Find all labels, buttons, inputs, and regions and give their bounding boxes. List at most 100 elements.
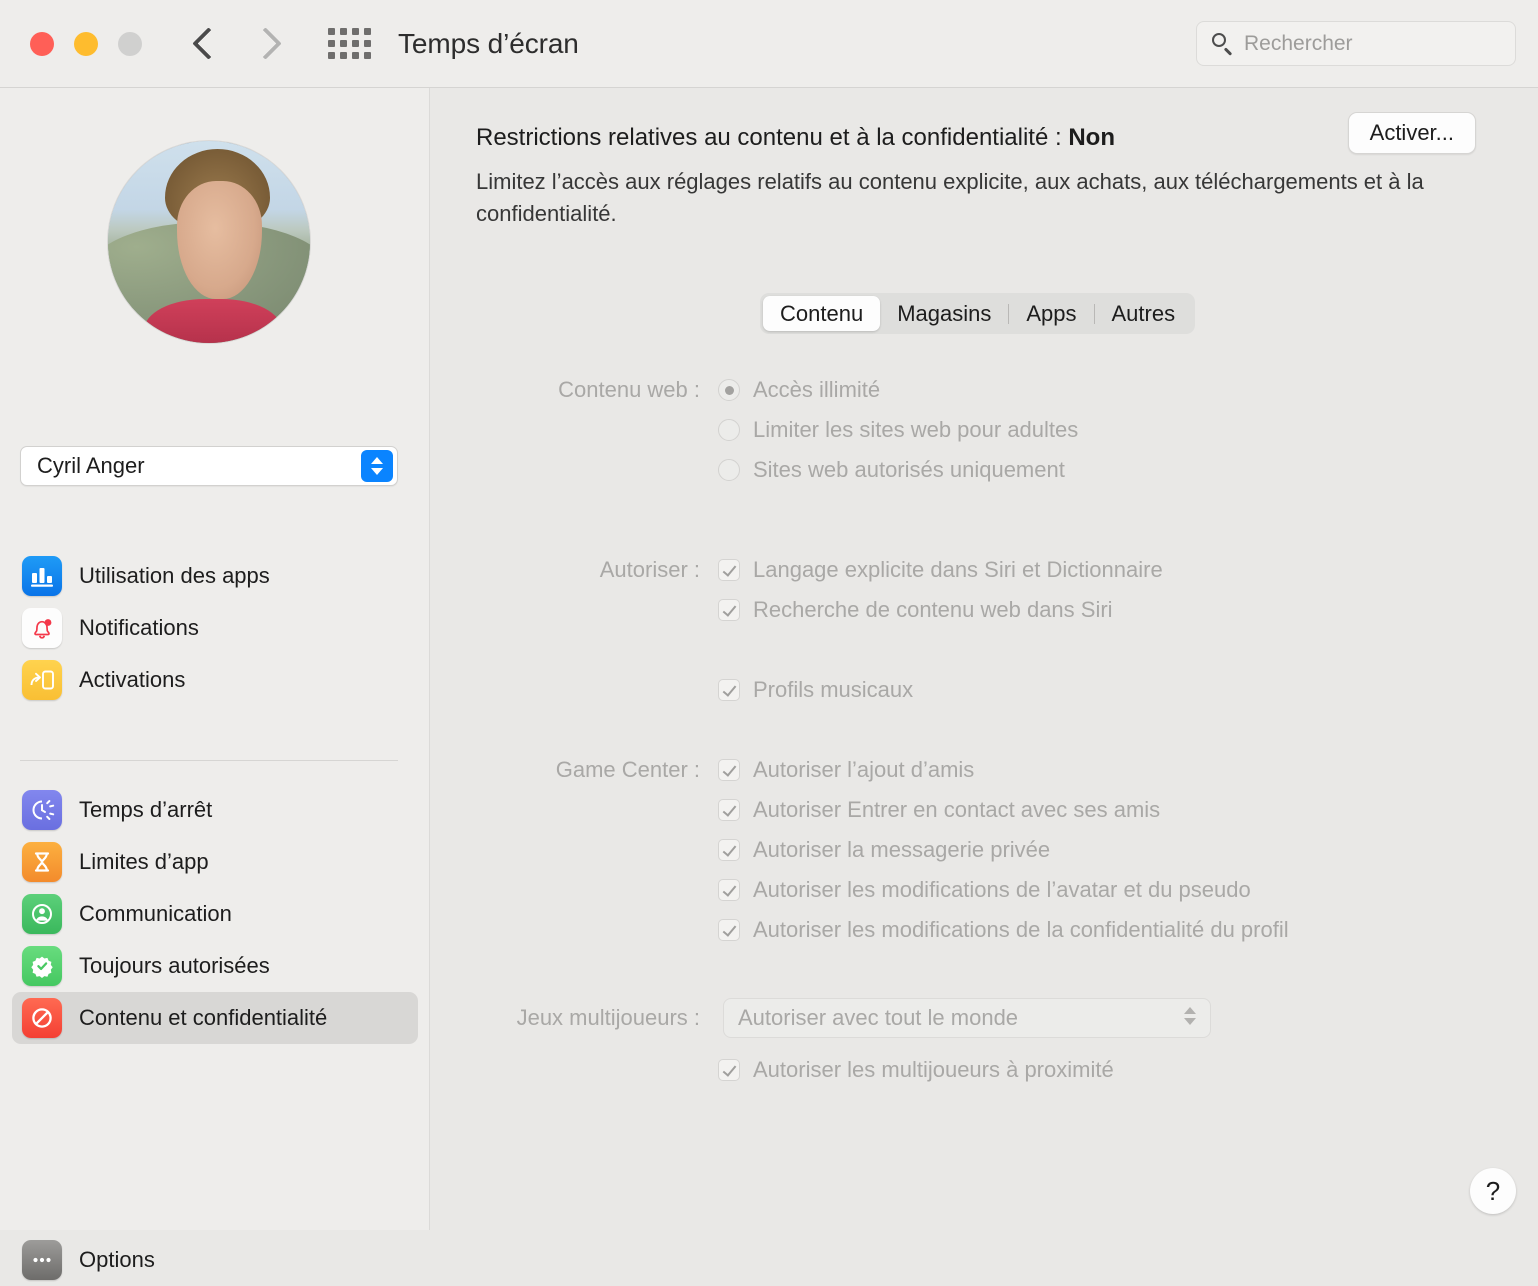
app-limits-hourglass-icon (22, 842, 62, 882)
user-avatar-photo[interactable] (107, 140, 311, 344)
game-center-row-2: Autoriser Entrer en contact avec ses ami… (430, 790, 1538, 830)
user-name-label: Cyril Anger (37, 453, 145, 479)
restrictions-status: Restrictions relatives au contenu et à l… (476, 124, 1115, 152)
checkbox-add-friends[interactable] (718, 759, 740, 781)
chevron-right-icon[interactable] (252, 22, 278, 66)
allow-option-explicit-language[interactable]: Langage explicite dans Siri et Dictionna… (718, 550, 1538, 590)
web-content-row: Contenu web : Accès illimité (430, 370, 1538, 410)
checkbox-profile-privacy[interactable] (718, 919, 740, 941)
sidebar-item-options[interactable]: Options (12, 1234, 418, 1286)
chevron-left-icon[interactable] (192, 22, 218, 66)
content-privacy-block-icon (22, 998, 62, 1038)
zoom-button[interactable] (118, 32, 142, 56)
pickups-icon (22, 660, 62, 700)
game-center-row-5: Autoriser les modifications de la confid… (430, 910, 1538, 950)
user-select-popup[interactable]: Cyril Anger (20, 446, 398, 486)
allow-row-3: Profils musicaux (430, 670, 1538, 710)
option-label: Profils musicaux (753, 670, 913, 710)
allow-label: Autoriser : (430, 550, 718, 590)
option-label: Limiter les sites web pour adultes (753, 410, 1078, 450)
radio-unlimited-access[interactable] (718, 379, 740, 401)
avatar-face (177, 181, 262, 298)
radio-allowed-sites-only[interactable] (718, 459, 740, 481)
grid-all-preferences-icon[interactable] (328, 27, 372, 61)
allow-option-music-profiles[interactable]: Profils musicaux (718, 670, 1538, 710)
tab-autres[interactable]: Autres (1095, 296, 1193, 331)
restrictions-status-prefix: Restrictions relatives au contenu et à l… (476, 124, 1068, 151)
allow-option-web-search-siri[interactable]: Recherche de contenu web dans Siri (718, 590, 1538, 630)
web-content-option-1[interactable]: Accès illimité (718, 370, 1538, 410)
multiplayer-nearby-option[interactable]: Autoriser les multijoueurs à proximité (718, 1050, 1538, 1090)
game-center-option-private-messaging[interactable]: Autoriser la messagerie privée (718, 830, 1538, 870)
sidebar-item-app-limits[interactable]: Limites d’app (12, 836, 418, 888)
option-label: Langage explicite dans Siri et Dictionna… (753, 550, 1163, 590)
close-button[interactable] (30, 32, 54, 56)
sidebar-item-label: Contenu et confidentialité (79, 1005, 327, 1031)
search-placeholder: Rechercher (1244, 32, 1353, 56)
game-center-option-avatar-nickname[interactable]: Autoriser les modifications de l’avatar … (718, 870, 1538, 910)
enable-restrictions-button[interactable]: Activer... (1348, 112, 1476, 154)
option-label: Accès illimité (753, 370, 880, 410)
window-body: Cyril Anger Utilisatio (0, 88, 1538, 1230)
radio-limit-adult-sites[interactable] (718, 419, 740, 441)
checkbox-music-profiles[interactable] (718, 679, 740, 701)
sidebar-item-always-allowed[interactable]: Toujours autorisées (12, 940, 418, 992)
restrictions-description: Limitez l’accès aux réglages relatifs au… (476, 166, 1486, 230)
help-button[interactable]: ? (1470, 1168, 1516, 1214)
sidebar-item-label: Notifications (79, 615, 199, 641)
option-label: Recherche de contenu web dans Siri (753, 590, 1113, 630)
sidebar-item-pickups[interactable]: Activations (12, 654, 418, 706)
page-title: Temps d’écran (398, 28, 579, 60)
content-tabs: Contenu Magasins Apps Autres (760, 293, 1195, 334)
stepper-up-down-icon[interactable] (361, 450, 393, 482)
sidebar-group-limits: Temps d’arrêt Limites d’app (0, 784, 430, 1044)
web-content-option-3[interactable]: Sites web autorisés uniquement (718, 450, 1538, 490)
always-allowed-icon (22, 946, 62, 986)
sidebar-item-downtime[interactable]: Temps d’arrêt (12, 784, 418, 836)
option-label: Autoriser la messagerie privée (753, 830, 1050, 870)
search-input[interactable]: Rechercher (1196, 21, 1516, 66)
sidebar-item-label: Communication (79, 901, 232, 927)
section-gap (430, 490, 1538, 550)
restrictions-form: Contenu web : Accès illimité Limiter les… (430, 370, 1538, 1090)
sidebar-item-content-privacy[interactable]: Contenu et confidentialité (12, 992, 418, 1044)
option-label: Sites web autorisés uniquement (753, 450, 1065, 490)
sidebar-item-label: Toujours autorisées (79, 953, 270, 979)
option-label: Autoriser Entrer en contact avec ses ami… (753, 790, 1160, 830)
multiplayer-control: Autoriser avec tout le monde (718, 998, 1538, 1038)
game-center-option-connect-friends[interactable]: Autoriser Entrer en contact avec ses ami… (718, 790, 1538, 830)
sidebar-item-notifications[interactable]: Notifications (12, 602, 418, 654)
checkbox-avatar-nickname[interactable] (718, 879, 740, 901)
sidebar-item-label: Temps d’arrêt (79, 797, 212, 823)
checkbox-private-messaging[interactable] (718, 839, 740, 861)
game-center-option-add-friends[interactable]: Autoriser l’ajout d’amis (718, 750, 1538, 790)
sidebar-item-label: Utilisation des apps (79, 563, 270, 589)
multiplayer-select[interactable]: Autoriser avec tout le monde (723, 998, 1211, 1038)
web-content-option-2[interactable]: Limiter les sites web pour adultes (718, 410, 1538, 450)
navigation-buttons (192, 22, 278, 66)
preferences-window: Temps d’écran Rechercher Cyril Anger (0, 0, 1538, 1230)
allow-row-1: Autoriser : Langage explicite dans Siri … (430, 550, 1538, 590)
checkbox-web-search-siri[interactable] (718, 599, 740, 621)
checkbox-explicit-language[interactable] (718, 559, 740, 581)
sidebar-item-label: Activations (79, 667, 185, 693)
checkbox-nearby-multiplayer[interactable] (718, 1059, 740, 1081)
sidebar-group-options: Options (0, 1234, 430, 1286)
app-usage-icon (22, 556, 62, 596)
multiplayer-nearby-row: Autoriser les multijoueurs à proximité (430, 1050, 1538, 1090)
checkbox-connect-friends[interactable] (718, 799, 740, 821)
downtime-icon (22, 790, 62, 830)
tab-apps[interactable]: Apps (1009, 296, 1093, 331)
game-center-option-profile-privacy[interactable]: Autoriser les modifications de la confid… (718, 910, 1538, 950)
window-toolbar: Temps d’écran Rechercher (0, 0, 1538, 88)
traffic-light-buttons (30, 32, 142, 56)
notifications-bell-icon (22, 608, 62, 648)
sidebar-item-communication[interactable]: Communication (12, 888, 418, 940)
tab-magasins[interactable]: Magasins (880, 296, 1008, 331)
sidebar-item-app-usage[interactable]: Utilisation des apps (12, 550, 418, 602)
search-icon (1212, 33, 1234, 55)
minimize-button[interactable] (74, 32, 98, 56)
sidebar-item-label: Options (79, 1247, 155, 1273)
tab-contenu[interactable]: Contenu (763, 296, 880, 331)
sidebar-item-label: Limites d’app (79, 849, 209, 875)
